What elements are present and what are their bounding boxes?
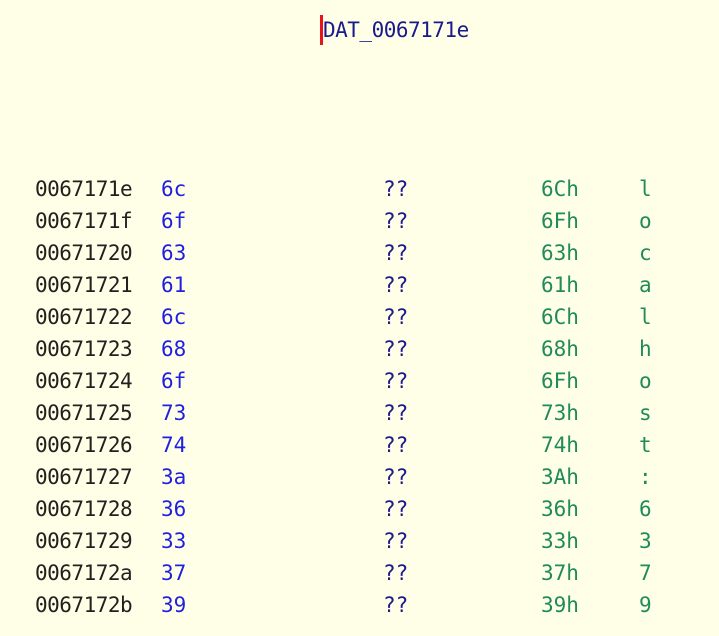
row-mnemonic[interactable]: ?? bbox=[383, 269, 408, 301]
row-byte[interactable]: 6f bbox=[161, 205, 186, 237]
row-hex-value[interactable]: 68h bbox=[541, 333, 579, 365]
row-hex-value[interactable]: 6Fh bbox=[541, 365, 579, 397]
listing-row[interactable]: 00671727 3a ?? 3Ah : bbox=[0, 461, 719, 493]
row-mnemonic[interactable]: ?? bbox=[383, 557, 408, 589]
row-char-comment: h bbox=[639, 337, 652, 361]
row-byte[interactable]: 6c bbox=[161, 301, 186, 333]
listing-row[interactable]: 00671724 6f ?? 6Fh o bbox=[0, 365, 719, 397]
row-address[interactable]: 0067172b bbox=[35, 589, 133, 621]
data-label-line[interactable]: DAT_0067171e bbox=[320, 14, 469, 46]
listing-view[interactable]: 0067171e 6c ?? 6Ch l 0067171f 6f ?? 6Fh … bbox=[0, 173, 719, 621]
row-hex-value[interactable]: 36h bbox=[541, 493, 579, 525]
row-char-comment: o bbox=[639, 369, 652, 393]
listing-row[interactable]: 00671720 63 ?? 63h c bbox=[0, 237, 719, 269]
row-address[interactable]: 00671726 bbox=[35, 429, 133, 461]
row-address[interactable]: 00671720 bbox=[35, 237, 133, 269]
row-char-comment: l bbox=[639, 305, 652, 329]
row-address[interactable]: 00671723 bbox=[35, 333, 133, 365]
row-char-comment: a bbox=[639, 273, 652, 297]
row-address[interactable]: 00671722 bbox=[35, 301, 133, 333]
row-address[interactable]: 00671728 bbox=[35, 493, 133, 525]
row-char-comment: c bbox=[639, 241, 652, 265]
row-hex-value[interactable]: 61h bbox=[541, 269, 579, 301]
row-address[interactable]: 0067171e bbox=[35, 173, 133, 205]
listing-row[interactable]: 00671725 73 ?? 73h s bbox=[0, 397, 719, 429]
listing-row[interactable]: 00671723 68 ?? 68h h bbox=[0, 333, 719, 365]
row-mnemonic[interactable]: ?? bbox=[383, 365, 408, 397]
row-hex-value[interactable]: 6Fh bbox=[541, 205, 579, 237]
row-char-comment: s bbox=[639, 401, 652, 425]
row-address[interactable]: 00671729 bbox=[35, 525, 133, 557]
listing-row[interactable]: 0067171e 6c ?? 6Ch l bbox=[0, 173, 719, 205]
row-byte[interactable]: 33 bbox=[161, 525, 186, 557]
row-address[interactable]: 0067171f bbox=[35, 205, 133, 237]
row-byte[interactable]: 73 bbox=[161, 397, 186, 429]
row-char-comment: 3 bbox=[639, 529, 652, 553]
row-mnemonic[interactable]: ?? bbox=[383, 205, 408, 237]
row-mnemonic[interactable]: ?? bbox=[383, 493, 408, 525]
row-hex-value[interactable]: 74h bbox=[541, 429, 579, 461]
row-address[interactable]: 00671724 bbox=[35, 365, 133, 397]
row-byte[interactable]: 37 bbox=[161, 557, 186, 589]
row-char-comment: : bbox=[639, 465, 652, 489]
row-mnemonic[interactable]: ?? bbox=[383, 173, 408, 205]
row-hex-value[interactable]: 3Ah bbox=[541, 461, 579, 493]
row-mnemonic[interactable]: ?? bbox=[383, 429, 408, 461]
row-byte[interactable]: 36 bbox=[161, 493, 186, 525]
row-hex-value[interactable]: 6Ch bbox=[541, 301, 579, 333]
row-byte[interactable]: 63 bbox=[161, 237, 186, 269]
row-address[interactable]: 00671727 bbox=[35, 461, 133, 493]
row-mnemonic[interactable]: ?? bbox=[383, 397, 408, 429]
row-hex-value[interactable]: 6Ch bbox=[541, 173, 579, 205]
listing-row[interactable]: 00671729 33 ?? 33h 3 bbox=[0, 525, 719, 557]
row-mnemonic[interactable]: ?? bbox=[383, 461, 408, 493]
listing-row[interactable]: 00671722 6c ?? 6Ch l bbox=[0, 301, 719, 333]
row-char-comment: 9 bbox=[639, 593, 652, 617]
row-char-comment: o bbox=[639, 209, 652, 233]
listing-row[interactable]: 0067171f 6f ?? 6Fh o bbox=[0, 205, 719, 237]
row-char-comment: 6 bbox=[639, 497, 652, 521]
row-byte[interactable]: 68 bbox=[161, 333, 186, 365]
row-byte[interactable]: 74 bbox=[161, 429, 186, 461]
listing-row[interactable]: 00671728 36 ?? 36h 6 bbox=[0, 493, 719, 525]
row-hex-value[interactable]: 37h bbox=[541, 557, 579, 589]
row-mnemonic[interactable]: ?? bbox=[383, 589, 408, 621]
row-byte[interactable]: 61 bbox=[161, 269, 186, 301]
row-mnemonic[interactable]: ?? bbox=[383, 333, 408, 365]
row-hex-value[interactable]: 63h bbox=[541, 237, 579, 269]
row-byte[interactable]: 3a bbox=[161, 461, 186, 493]
row-hex-value[interactable]: 39h bbox=[541, 589, 579, 621]
row-char-comment: t bbox=[639, 433, 652, 457]
row-byte[interactable]: 6f bbox=[161, 365, 186, 397]
row-mnemonic[interactable]: ?? bbox=[383, 301, 408, 333]
listing-row[interactable]: 0067172b 39 ?? 39h 9 bbox=[0, 589, 719, 621]
data-label[interactable]: DAT_0067171e bbox=[323, 14, 469, 46]
listing-row[interactable]: 0067172a 37 ?? 37h 7 bbox=[0, 557, 719, 589]
row-byte[interactable]: 39 bbox=[161, 589, 186, 621]
row-address[interactable]: 0067172a bbox=[35, 557, 133, 589]
row-address[interactable]: 00671721 bbox=[35, 269, 133, 301]
row-address[interactable]: 00671725 bbox=[35, 397, 133, 429]
row-mnemonic[interactable]: ?? bbox=[383, 237, 408, 269]
row-mnemonic[interactable]: ?? bbox=[383, 525, 408, 557]
listing-row[interactable]: 00671721 61 ?? 61h a bbox=[0, 269, 719, 301]
row-hex-value[interactable]: 33h bbox=[541, 525, 579, 557]
row-char-comment: 7 bbox=[639, 561, 652, 585]
row-char-comment: l bbox=[639, 177, 652, 201]
row-byte[interactable]: 6c bbox=[161, 173, 186, 205]
listing-row[interactable]: 00671726 74 ?? 74h t bbox=[0, 429, 719, 461]
row-hex-value[interactable]: 73h bbox=[541, 397, 579, 429]
